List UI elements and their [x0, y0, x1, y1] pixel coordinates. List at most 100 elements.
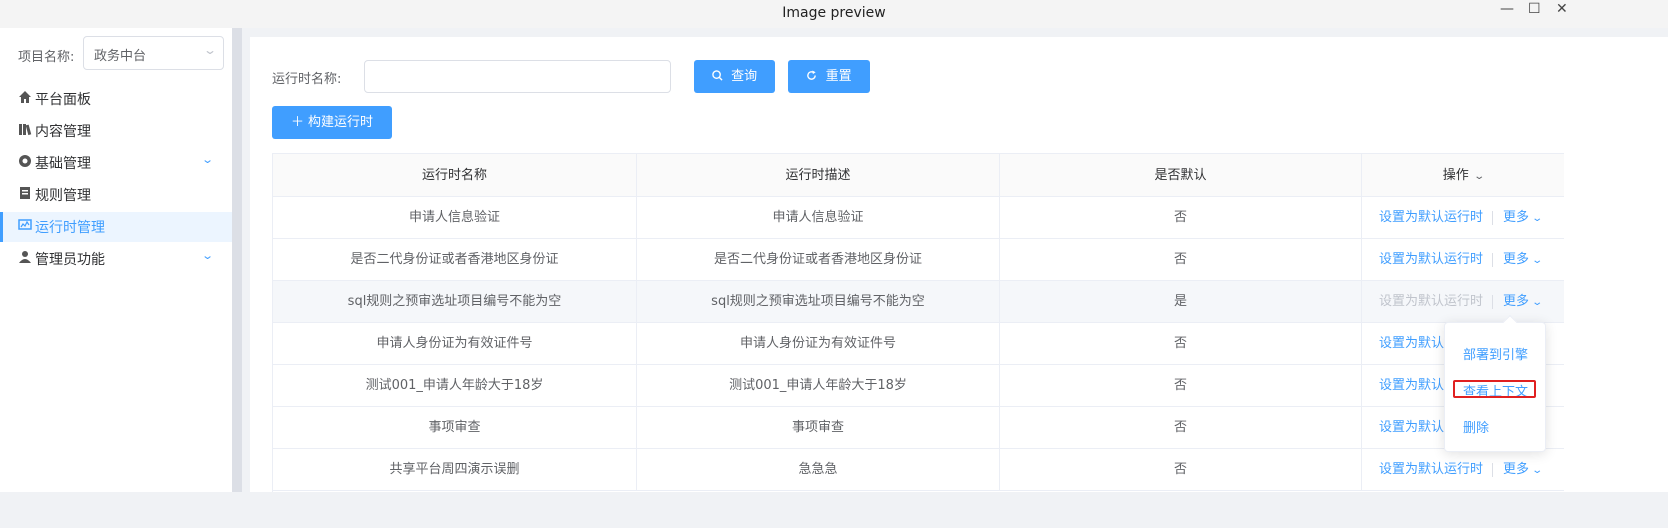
action-divider — [1492, 463, 1493, 477]
table-row: 申请人身份证为有效证件号 申请人身份证为有效证件号 否 设置为默认 — [273, 323, 1564, 365]
more-dropdown[interactable]: 更多 ⌄ — [1503, 449, 1544, 490]
sidebar-item-label: 内容管理 — [35, 124, 91, 140]
reset-button-label: 重置 — [825, 69, 852, 84]
action-divider — [1492, 211, 1493, 225]
chevron-down-icon: ⌄ — [1473, 171, 1485, 182]
runtime-name-input[interactable] — [364, 60, 671, 93]
chevron-down-icon: ⌄ — [1531, 255, 1544, 266]
more-label: 更多 — [1503, 462, 1530, 477]
cell-actions: 设置为默认运行时 更多 ⌄ — [1362, 239, 1564, 280]
sidebar-item-rules[interactable]: 规则管理 — [0, 180, 232, 210]
action-divider — [1492, 295, 1493, 309]
reset-button[interactable]: 重置 — [788, 60, 870, 93]
sidebar-item-content[interactable]: 内容管理 — [0, 116, 232, 146]
cell-default: 否 — [1000, 197, 1362, 238]
set-default-link[interactable]: 设置为默认运行时 — [1379, 449, 1483, 490]
sidebar-item-runtime[interactable]: 运行时管理 — [0, 212, 232, 242]
chevron-down-icon: ⌄ — [201, 153, 215, 166]
cell-name: 申请人身份证为有效证件号 — [273, 323, 637, 364]
project-select-value: 政务中台 — [94, 49, 147, 64]
action-divider — [1492, 253, 1493, 267]
table-header-row: 运行时名称 运行时描述 是否默认 操作 ⌄ — [273, 154, 1564, 197]
bottom-strip — [0, 492, 1668, 528]
table-row: 测试001_申请人年龄大于18岁 测试001_申请人年龄大于18岁 否 设置为默… — [273, 365, 1564, 407]
runtime-table: 运行时名称 运行时描述 是否默认 操作 ⌄ 申请人信息验证 申请人信息验证 否 设… — [272, 153, 1564, 492]
user-icon — [18, 250, 32, 264]
set-default-link[interactable]: 设置为默认运行时 — [1379, 197, 1483, 238]
more-dropdown[interactable]: 更多 ⌄ — [1503, 239, 1544, 280]
search-button-label: 查询 — [731, 69, 758, 84]
more-label: 更多 — [1503, 252, 1530, 267]
refresh-icon — [806, 69, 821, 84]
set-default-link[interactable]: 设置为默认 — [1379, 323, 1444, 364]
cell-desc: 急急急 — [637, 449, 1000, 490]
sidebar-item-label: 基础管理 — [35, 156, 91, 172]
more-dropdown[interactable]: 更多 ⌄ — [1503, 197, 1543, 238]
cell-desc: 测试001_申请人年龄大于18岁 — [637, 365, 1000, 406]
cell-desc: 是否二代身份证或者香港地区身份证 — [637, 239, 1000, 280]
cell-default: 否 — [1000, 239, 1362, 280]
chevron-down-icon: ⌄ — [1531, 297, 1544, 308]
minimize-button[interactable]: — — [1500, 1, 1514, 17]
cell-name: 申请人信息验证 — [273, 197, 637, 238]
cell-name: 测试001_申请人年龄大于18岁 — [273, 365, 637, 406]
document-icon — [18, 186, 32, 200]
column-header-actions[interactable]: 操作 ⌄ — [1362, 154, 1564, 196]
window-titlebar: Image preview — ☐ ✕ — [0, 0, 1668, 28]
sidebar-scrollbar[interactable] — [232, 28, 242, 520]
table-row: sql规则之预审选址项目编号不能为空 sql规则之预审选址项目编号不能为空 是 … — [273, 281, 1564, 323]
sidebar-item-label: 管理员功能 — [35, 252, 105, 268]
window-title: Image preview — [782, 5, 886, 21]
sidebar-item-dashboard[interactable]: 平台面板 — [0, 84, 232, 114]
cell-desc: 申请人信息验证 — [637, 197, 1000, 238]
table-row: 事项审查 事项审查 否 设置为默认 — [273, 407, 1564, 449]
more-label: 更多 — [1503, 210, 1530, 225]
cell-desc: sql规则之预审选址项目编号不能为空 — [637, 281, 1000, 322]
more-label: 更多 — [1503, 294, 1530, 309]
cell-name: 事项审查 — [273, 407, 637, 448]
cell-default: 否 — [1000, 323, 1362, 364]
build-runtime-button[interactable]: ＋ 构建运行时 — [272, 106, 392, 139]
home-icon — [18, 90, 32, 104]
project-select[interactable]: 政务中台 ⌄ — [83, 36, 224, 70]
column-header-desc: 运行时描述 — [637, 154, 1000, 196]
chevron-down-icon: ⌄ — [202, 43, 218, 57]
cell-desc: 申请人身份证为有效证件号 — [637, 323, 1000, 364]
cell-name: sql规则之预审选址项目编号不能为空 — [273, 281, 637, 322]
cell-actions: 设置为默认运行时 更多 ⌄ — [1362, 197, 1564, 238]
cell-actions: 设置为默认运行时 更多 ⌄ — [1362, 281, 1564, 322]
highlight-box — [1453, 380, 1536, 398]
runtime-name-label: 运行时名称: — [272, 72, 342, 87]
chevron-down-icon: ⌄ — [1531, 465, 1544, 476]
column-header-default: 是否默认 — [1000, 154, 1362, 196]
sidebar-item-label: 运行时管理 — [35, 220, 105, 236]
close-button[interactable]: ✕ — [1556, 1, 1568, 17]
cell-default: 否 — [1000, 449, 1362, 490]
sidebar-item-basic[interactable]: 基础管理 ⌄ — [0, 148, 232, 178]
sidebar-item-admin[interactable]: 管理员功能 ⌄ — [0, 244, 232, 274]
menu-item-deploy[interactable]: 部署到引擎 — [1463, 344, 1528, 363]
search-icon — [712, 69, 727, 84]
maximize-button[interactable]: ☐ — [1528, 1, 1541, 17]
column-header-actions-label: 操作 — [1442, 168, 1469, 183]
menu-item-delete[interactable]: 删除 — [1463, 417, 1489, 436]
search-button[interactable]: 查询 — [694, 60, 775, 93]
plus-icon: ＋ — [290, 115, 304, 130]
column-header-name: 运行时名称 — [273, 154, 637, 196]
sidebar-item-label: 规则管理 — [35, 188, 91, 204]
cell-name: 是否二代身份证或者香港地区身份证 — [273, 239, 637, 280]
set-default-link[interactable]: 设置为默认 — [1379, 407, 1444, 448]
table-row: 共享平台周四演示误删 急急急 否 设置为默认运行时 更多 ⌄ — [273, 449, 1564, 491]
cell-actions: 设置为默认运行时 更多 ⌄ — [1362, 449, 1564, 490]
cell-default: 否 — [1000, 365, 1362, 406]
cell-name: 共享平台周四演示误删 — [273, 449, 637, 490]
build-runtime-label: 构建运行时 — [308, 115, 374, 130]
gear-icon — [18, 154, 32, 168]
set-default-link[interactable]: 设置为默认 — [1379, 365, 1444, 406]
set-default-link[interactable]: 设置为默认运行时 — [1379, 239, 1483, 280]
project-label: 项目名称: — [18, 50, 75, 65]
cell-default: 是 — [1000, 281, 1362, 322]
set-default-link-disabled: 设置为默认运行时 — [1379, 294, 1484, 309]
table-row: 是否二代身份证或者香港地区身份证 是否二代身份证或者香港地区身份证 否 设置为默… — [273, 239, 1564, 281]
cell-desc: 事项审查 — [637, 407, 1000, 448]
